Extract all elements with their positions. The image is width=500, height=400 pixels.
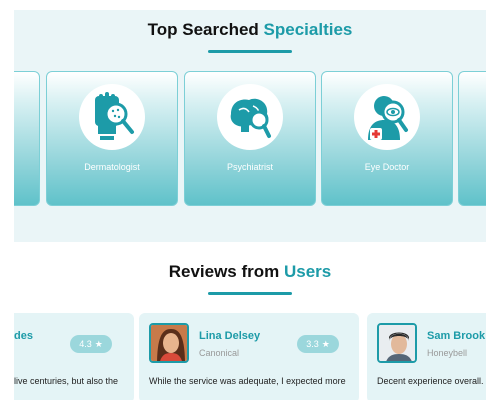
- rating-badge: 4.3 ★: [70, 335, 112, 353]
- specialty-label-eye-doctor: Eye Doctor: [364, 162, 410, 172]
- reviewer-company: Canonical: [199, 348, 240, 358]
- specialty-label-psychiatrist: Psychiatrist: [226, 162, 273, 172]
- rating-badge: 3.3 ★: [297, 335, 339, 353]
- reviewer-name: Sam Brook: [427, 330, 486, 342]
- reviews-heading: Reviews from Users: [0, 262, 500, 282]
- specialties-heading-underline: [208, 50, 292, 53]
- rating-value: 4.3: [79, 339, 92, 349]
- specialty-card-dermatologist[interactable]: Dermatologist: [46, 71, 178, 206]
- reviewer-company: Honeybell: [427, 348, 468, 358]
- specialties-carousel: Dermatologist Psychiatrist Eye Doctor: [14, 71, 486, 207]
- review-text: Decent experience overall.: [377, 376, 484, 386]
- review-text: While the service was adequate, I expect…: [149, 376, 346, 386]
- review-text: live centuries, but also the: [14, 376, 119, 386]
- avatar: [377, 323, 417, 363]
- reviewer-name: Lina Delsey: [199, 330, 261, 342]
- skin-magnifier-icon: [79, 84, 145, 150]
- review-card: Lina Delsey Canonical 3.3 ★ While the se…: [139, 313, 359, 400]
- rating-value: 3.3: [306, 339, 319, 349]
- reviews-heading-underline: [208, 292, 292, 295]
- reviews-carousel: des 4.3 ★ live centuries, but also the L…: [14, 313, 486, 400]
- star-icon: ★: [94, 338, 103, 349]
- eye-doctor-icon: [354, 84, 420, 150]
- specialty-card-partial-left[interactable]: [14, 71, 40, 206]
- reviews-heading-accent: Users: [284, 262, 332, 281]
- review-card: des 4.3 ★ live centuries, but also the: [14, 313, 134, 400]
- brain-magnifier-icon: [217, 84, 283, 150]
- star-icon: ★: [321, 338, 330, 349]
- reviewer-name: des: [14, 330, 33, 342]
- specialty-card-eye-doctor[interactable]: Eye Doctor: [321, 71, 453, 206]
- specialty-label-dermatologist: Dermatologist: [84, 162, 140, 172]
- reviews-heading-main: Reviews from: [168, 262, 280, 281]
- avatar: [149, 323, 189, 363]
- review-card: Sam Brook Honeybell Decent experience ov…: [367, 313, 486, 400]
- specialty-card-psychiatrist[interactable]: Psychiatrist: [184, 71, 316, 206]
- specialties-heading-main: Top Searched: [147, 20, 259, 39]
- specialties-heading: Top Searched Specialties: [0, 20, 500, 40]
- specialty-card-partial-right[interactable]: [458, 71, 486, 206]
- specialties-heading-accent: Specialties: [263, 20, 353, 39]
